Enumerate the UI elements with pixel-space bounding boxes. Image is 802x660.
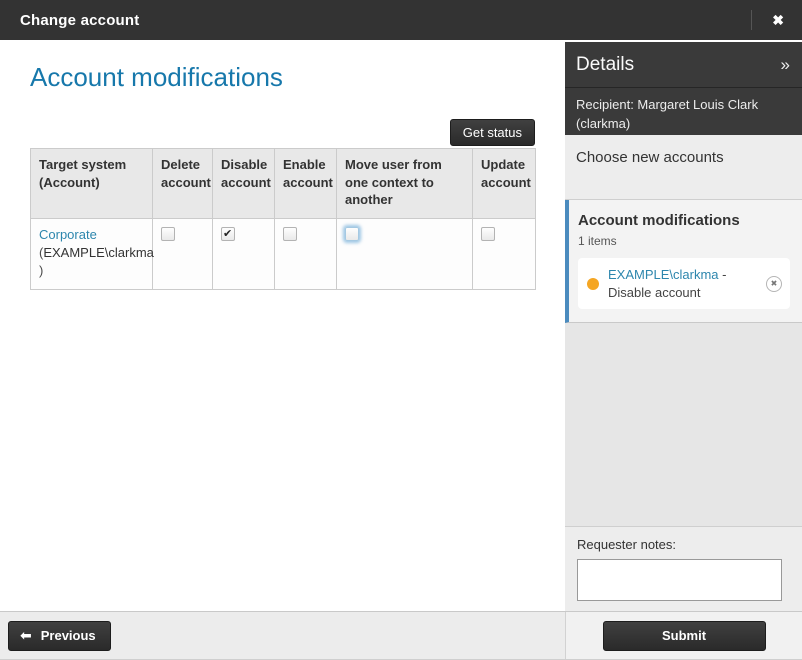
chevron-right-icon: » <box>781 55 790 74</box>
change-account-dialog: Change account ✖ Account modifications G… <box>0 0 802 660</box>
choose-new-accounts-section[interactable]: Choose new accounts <box>565 135 802 200</box>
target-system-cell: Corporate (EXAMPLE\clarkma ) <box>31 218 153 290</box>
footer-left: ⬅ Previous <box>0 612 565 659</box>
table-header-row: Target system (Account) Delete account D… <box>31 149 536 219</box>
close-icon: ✖ <box>772 12 784 28</box>
modifications-summary-panel: Account modifications 1 items EXAMPLE\cl… <box>565 200 802 323</box>
column-header-enable-account: Enable account <box>275 149 337 219</box>
requester-notes-input[interactable] <box>577 559 782 601</box>
column-header-target-system: Target system (Account) <box>31 149 153 219</box>
dialog-titlebar: Change account ✖ <box>0 0 802 40</box>
checkbox-move-user[interactable] <box>345 227 359 241</box>
checkbox-delete-account[interactable] <box>161 227 175 241</box>
column-header-delete-account: Delete account <box>153 149 213 219</box>
checkbox-update-account[interactable] <box>481 227 495 241</box>
requester-notes-section: Requester notes: <box>565 526 802 611</box>
submit-button[interactable]: Submit <box>603 621 766 651</box>
get-status-button[interactable]: Get status <box>450 119 535 146</box>
titlebar-divider <box>751 10 752 30</box>
checkbox-disable-account[interactable] <box>221 227 235 241</box>
details-sidebar: Details » Recipient: Margaret Louis Clar… <box>565 42 802 611</box>
enable-account-cell <box>275 218 337 290</box>
modification-account-link[interactable]: EXAMPLE\clarkma <box>608 267 719 282</box>
table-row: Corporate (EXAMPLE\clarkma ) <box>31 218 536 290</box>
dialog-body: Account modifications Get status Target … <box>0 40 802 611</box>
account-name: EXAMPLE\clarkma <box>43 245 154 260</box>
items-count: 1 items <box>578 234 790 248</box>
dialog-footer: ⬅ Previous Submit <box>0 611 802 659</box>
x-circle-icon: ✖ <box>767 277 781 291</box>
details-title: Details <box>576 54 781 76</box>
previous-button-label: Previous <box>41 628 96 643</box>
footer-right: Submit <box>565 612 802 659</box>
modification-item-text: EXAMPLE\clarkma - Disable account <box>608 266 757 301</box>
recipient-info: Recipient: Margaret Louis Clark (clarkma… <box>565 88 802 135</box>
previous-button[interactable]: ⬅ Previous <box>8 621 111 651</box>
table-toolbar: Get status <box>30 119 535 146</box>
details-header: Details » <box>565 42 802 88</box>
page-title: Account modifications <box>30 62 535 93</box>
dialog-title: Change account <box>20 12 139 29</box>
sidebar-spacer <box>565 323 802 526</box>
update-account-cell <box>473 218 536 290</box>
choose-new-accounts-label: Choose new accounts <box>576 149 724 166</box>
main-panel: Account modifications Get status Target … <box>0 40 565 611</box>
account-paren-close: ) <box>39 263 43 278</box>
account-modifications-table: Target system (Account) Delete account D… <box>30 148 536 290</box>
disable-account-cell <box>213 218 275 290</box>
move-user-cell <box>337 218 473 290</box>
checkbox-enable-account[interactable] <box>283 227 297 241</box>
column-header-disable-account: Disable account <box>213 149 275 219</box>
delete-account-cell <box>153 218 213 290</box>
modifications-title: Account modifications <box>578 212 790 229</box>
modification-item-card: EXAMPLE\clarkma - Disable account ✖ <box>578 258 790 309</box>
column-header-update-account: Update account <box>473 149 536 219</box>
remove-item-button[interactable]: ✖ <box>766 276 782 292</box>
left-arrow-icon: ⬅ <box>20 628 32 642</box>
close-button[interactable]: ✖ <box>766 9 790 31</box>
target-system-link[interactable]: Corporate <box>39 227 97 242</box>
status-dot-icon <box>587 278 599 290</box>
requester-notes-label: Requester notes: <box>577 537 790 552</box>
collapse-sidebar-button[interactable]: » <box>781 56 790 73</box>
column-header-move-user: Move user from one context to another <box>337 149 473 219</box>
